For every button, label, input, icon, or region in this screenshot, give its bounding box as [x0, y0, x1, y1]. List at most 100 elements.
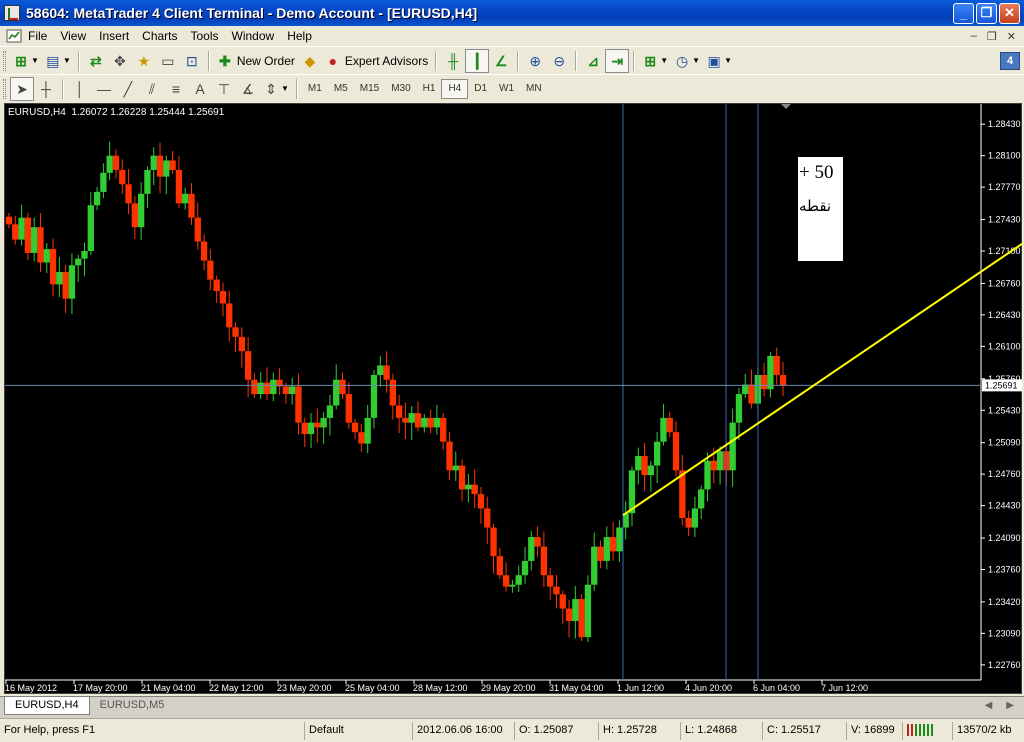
bear-candle	[710, 460, 717, 471]
horizontal-line-button[interactable]: —	[92, 77, 116, 101]
price-tick-label: 1.26430	[988, 310, 1021, 320]
bear-candle	[194, 217, 201, 242]
timeframe-m5[interactable]: M5	[328, 79, 354, 99]
candlestick-chart-button[interactable]: ┃	[465, 48, 490, 73]
crosshair-button[interactable]: ┼	[34, 77, 58, 101]
connection-status[interactable]	[902, 721, 952, 740]
equidistant-channel-button[interactable]: ⫽	[140, 77, 164, 101]
bar-chart-button[interactable]: ╫	[441, 49, 465, 73]
bull-candle	[691, 508, 699, 528]
bear-candle	[484, 508, 491, 528]
bull-candle	[87, 205, 94, 252]
menu-charts[interactable]: Charts	[142, 29, 184, 43]
bull-candle	[584, 584, 592, 638]
mdi-close-button[interactable]: ✕	[1007, 30, 1016, 43]
bull-candle	[509, 584, 516, 587]
menu-tools[interactable]: Tools	[191, 29, 226, 43]
periods-button[interactable]: ◷ ▼	[671, 49, 703, 73]
toolbar-separator	[517, 50, 520, 71]
timeframe-h4[interactable]: H4	[441, 78, 469, 99]
terminal-button[interactable]: ▭	[156, 49, 180, 73]
indicators-button[interactable]: ⊞ ▼	[639, 49, 671, 73]
toolbar-grip[interactable]	[3, 78, 6, 99]
tab-eurusd-m5[interactable]: EURUSD,M5	[90, 697, 175, 715]
menu-help[interactable]: Help	[287, 29, 319, 43]
expert-advisors-button[interactable]: ● Expert Advisors	[322, 49, 431, 73]
menu-insert[interactable]: Insert	[99, 29, 136, 43]
bear-candle	[244, 351, 252, 380]
chart-shift-button[interactable]: ⇥	[605, 48, 630, 73]
timeframe-m30[interactable]: M30	[385, 79, 416, 99]
tab-scroll-left-icon[interactable]: ◀	[985, 700, 993, 711]
bear-candle	[471, 484, 478, 495]
toolbar-grip[interactable]	[3, 50, 6, 71]
text-button[interactable]: A	[188, 77, 212, 101]
zoom-out-button[interactable]: ⊖	[547, 49, 571, 73]
bear-candle	[496, 556, 503, 576]
price-tick-label: 1.23760	[988, 564, 1021, 574]
close-button[interactable]: ✕	[999, 2, 1020, 24]
title-bar[interactable]: 58604: MetaTrader 4 Client Terminal - De…	[0, 0, 1024, 26]
bear-candle	[597, 546, 604, 561]
new-order-icon: ✚	[218, 52, 231, 69]
menu-file[interactable]: File	[28, 29, 54, 43]
maximize-restore-button[interactable]: ❐	[976, 2, 997, 24]
new-chart-button[interactable]: ⊞ ▼	[10, 49, 42, 73]
tab-eurusd-h4[interactable]: EURUSD,H4	[4, 697, 90, 715]
mdi-minimize-button[interactable]: –	[971, 30, 977, 43]
timeframe-w1[interactable]: W1	[493, 79, 520, 99]
metaeditor-button[interactable]: ◆	[298, 49, 322, 73]
minimize-button[interactable]: _	[953, 2, 974, 24]
text-label-button[interactable]: ⊤	[212, 77, 236, 101]
chart-tabs: EURUSD,H4 EURUSD,M5 ◀ ▶	[0, 696, 1024, 716]
fibonacci-button[interactable]: ≡	[164, 77, 188, 101]
data-window-button[interactable]: ✥	[108, 49, 132, 73]
market-watch-button[interactable]: ⇄	[84, 49, 108, 73]
news-badge[interactable]: 4	[1000, 51, 1020, 70]
bull-candle	[704, 460, 711, 490]
cursor-button[interactable]: ➤	[10, 76, 34, 101]
bear-candle	[282, 386, 290, 395]
status-profile[interactable]: Default	[304, 721, 412, 740]
profiles-button[interactable]: ▤ ▼	[42, 49, 74, 73]
gann-button[interactable]: ∡	[236, 77, 260, 101]
timeframe-m1[interactable]: M1	[302, 79, 328, 99]
menu-view[interactable]: View	[60, 29, 93, 43]
line-chart-button[interactable]: ∠	[489, 49, 513, 73]
bear-candle	[200, 241, 208, 261]
time-tick-label: 25 May 04:00	[345, 683, 400, 693]
bear-candle	[578, 599, 585, 638]
templates-button[interactable]: ▣ ▼	[703, 49, 735, 73]
window-title: 58604: MetaTrader 4 Client Terminal - De…	[26, 5, 478, 21]
trendline-button[interactable]: ╱	[116, 77, 140, 101]
bear-candle	[119, 169, 126, 185]
timeframe-mn[interactable]: MN	[520, 79, 548, 99]
chart-canvas[interactable]: 1.28430 1.28100 1.27770 1.27430 1.27100 1.267…	[4, 103, 1023, 695]
status-traffic: 13570/2 kb	[952, 721, 1024, 740]
navigator-button[interactable]: ★	[132, 49, 156, 73]
auto-scroll-button[interactable]: ⊿	[581, 49, 605, 73]
bear-candle	[62, 272, 69, 299]
timeframe-d1[interactable]: D1	[468, 79, 493, 99]
timeframe-m15[interactable]: M15	[354, 79, 385, 99]
timeframe-h1[interactable]: H1	[417, 79, 442, 99]
tab-scroll-right-icon[interactable]: ▶	[1006, 700, 1014, 711]
zoom-in-icon: ⊕	[529, 52, 542, 69]
menu-window[interactable]: Window	[232, 29, 282, 43]
bull-candle	[18, 217, 25, 240]
bear-candle	[49, 249, 57, 285]
fibonacci-icon: ≡	[171, 80, 181, 97]
chart-window-icon[interactable]	[6, 29, 22, 43]
annotation-points-label: نقطه	[799, 197, 831, 215]
mdi-restore-button[interactable]: ❐	[987, 30, 997, 43]
vertical-line-button[interactable]: │	[68, 77, 92, 101]
new-order-button[interactable]: ✚ New Order	[214, 49, 298, 73]
metatrader-app-icon[interactable]	[4, 5, 20, 21]
zoom-in-button[interactable]: ⊕	[523, 49, 547, 73]
arrows-button[interactable]: ⇕ ▼	[260, 77, 292, 101]
bull-candle	[182, 193, 189, 204]
strategy-tester-button[interactable]: ⊡	[180, 49, 204, 73]
candlestick-chart[interactable]: 1.284301.281001.277701.274301.271001.267…	[5, 104, 1023, 695]
candlestick-icon: ┃	[473, 52, 482, 69]
chevron-down-icon: ▼	[281, 84, 289, 93]
